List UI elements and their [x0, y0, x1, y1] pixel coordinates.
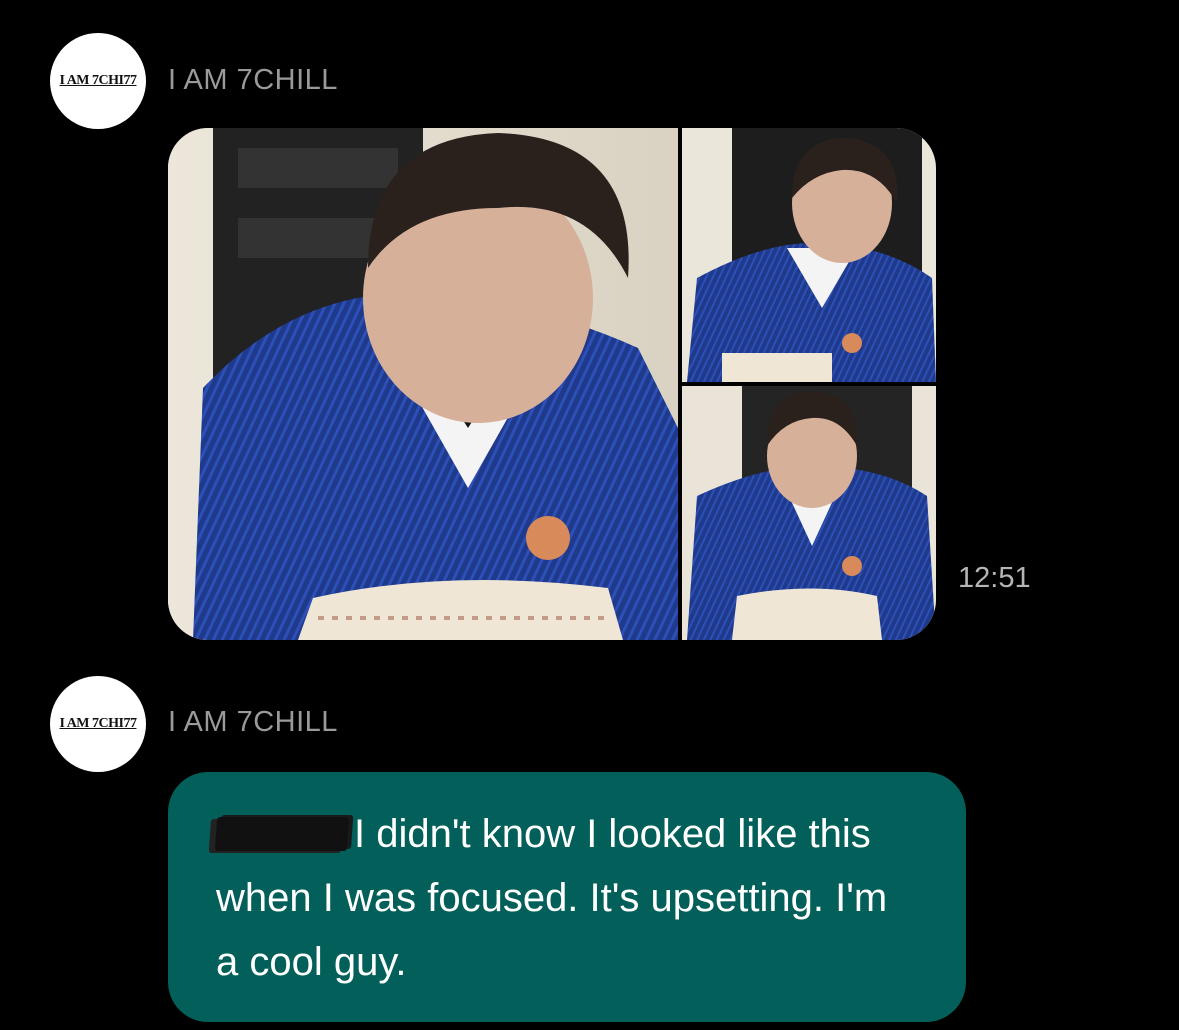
avatar-logo-text: I AM 7CHI77: [59, 73, 137, 88]
message-bubble[interactable]: I didn't know I looked like this when I …: [168, 772, 966, 1022]
photo-attachment-1[interactable]: [168, 128, 678, 640]
sender-name: I AM 7CHILL: [168, 64, 338, 96]
message-text-container: I didn't know I looked like this when I …: [214, 802, 918, 994]
sender-name: I AM 7CHILL: [168, 706, 338, 738]
photo-attachment-2[interactable]: [682, 128, 936, 382]
sender-avatar[interactable]: I AM 7CHI77: [50, 676, 146, 772]
photo-attachment-3[interactable]: [682, 386, 936, 640]
redaction-mark: [214, 817, 350, 851]
sender-avatar[interactable]: I AM 7CHI77: [50, 33, 146, 129]
image-attachment-grid[interactable]: [168, 128, 936, 640]
avatar-logo-text: I AM 7CHI77: [59, 716, 137, 731]
message-timestamp: 12:51: [958, 562, 1031, 594]
